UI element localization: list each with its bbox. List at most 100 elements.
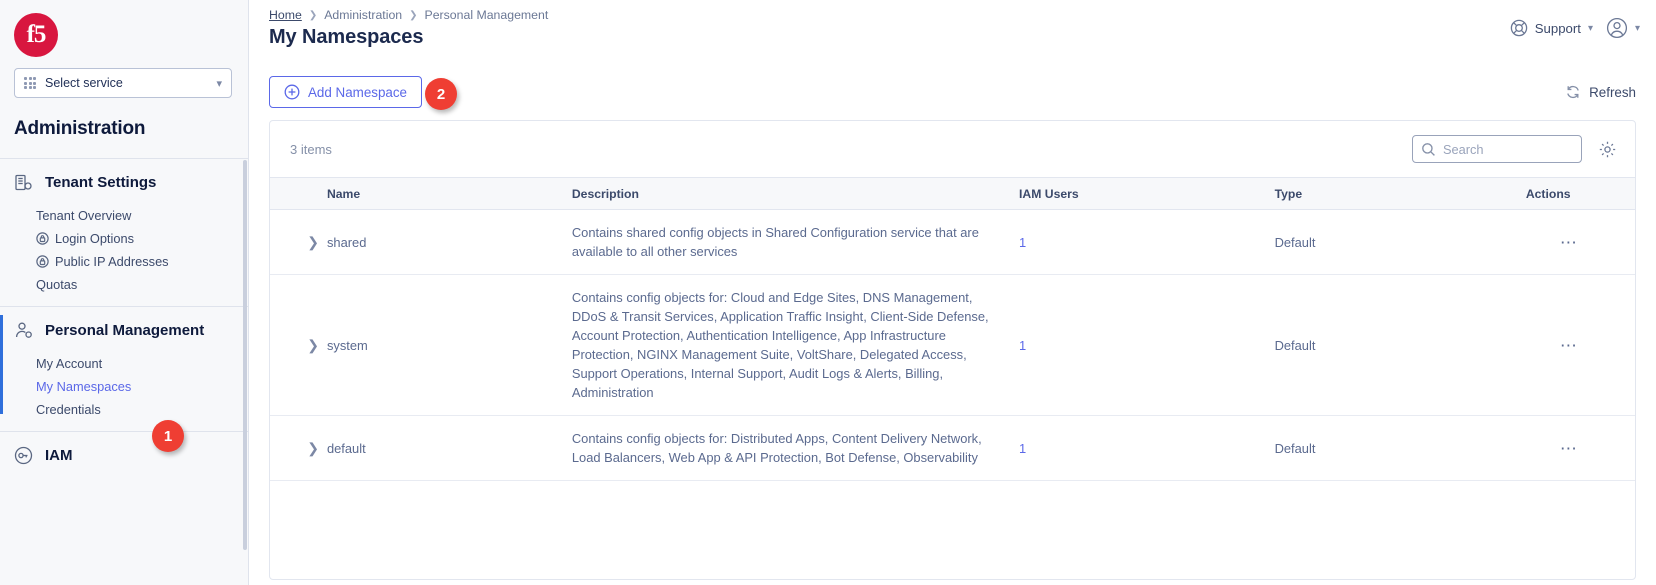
search-icon [1421,142,1436,157]
ellipsis-icon: ⋯ [1559,335,1579,355]
sidebar-item-credentials[interactable]: Credentials [0,399,248,422]
cell-name: default [318,415,564,481]
chevron-down-icon: ▾ [216,77,222,90]
sidebar-item-tenant-overview[interactable]: Tenant Overview [0,205,248,228]
chevron-right-icon: ❯ [307,233,319,250]
row-expand-toggle[interactable]: ❯ [270,274,319,416]
toolbar: Add Namespace Refresh [249,62,1656,120]
page-title: My Namespaces [269,26,424,48]
cell-name: system [318,274,564,416]
column-actions: Actions [1517,177,1635,210]
building-gear-icon [14,173,33,192]
sidebar-item-iam[interactable]: IAM [0,432,248,478]
nav-group-tenant-settings: Tenant Settings Tenant Overview Login Op… [0,159,248,297]
gear-icon[interactable] [1598,140,1617,159]
header-actions: Support ▾ ▾ [1510,17,1640,39]
page-header: Home ❯ Administration ❯ Personal Managem… [249,0,1656,62]
table-header-row: Name Description IAM Users Type Actions [270,177,1635,210]
support-label: Support [1534,20,1581,36]
row-actions-menu[interactable]: ⋯ [1517,274,1635,416]
account-menu[interactable]: ▾ [1606,17,1640,39]
chevron-down-icon: ▾ [1587,22,1593,34]
cell-type: Default [1266,415,1518,481]
sidebar-item-tenant-settings[interactable]: Tenant Settings [0,159,248,205]
main-content: Home ❯ Administration ❯ Personal Managem… [249,0,1656,585]
cell-description: Contains shared config objects in Shared… [563,209,1012,275]
refresh-label: Refresh [1589,84,1636,100]
service-selector[interactable]: Select service ▾ [14,68,232,98]
support-menu[interactable]: Support ▾ [1510,19,1593,37]
app-root: f5 Select service ▾ Administration Tenan… [0,0,1656,585]
sidebar-item-public-ip-addresses[interactable]: Public IP Addresses [0,251,248,274]
breadcrumb-personal-management[interactable]: Personal Management [425,8,549,22]
annotation-badge-1: 1 [152,420,184,452]
lifebuoy-icon [1510,19,1528,37]
sidebar-item-label: Credentials [36,402,101,417]
refresh-icon [1565,84,1581,100]
breadcrumb-separator: ❯ [308,9,318,21]
refresh-button[interactable]: Refresh [1565,84,1636,100]
cell-iam-users[interactable]: 1 [1011,274,1267,416]
sidebar-item-label: My Namespaces [36,379,132,394]
sidebar-scrollbar[interactable] [243,160,247,550]
column-description[interactable]: Description [563,177,1012,210]
sidebar-item-label: Quotas [36,277,78,292]
row-actions-menu[interactable]: ⋯ [1517,415,1635,481]
cell-type: Default [1266,209,1518,275]
table-row[interactable]: ❯ shared Contains shared config objects … [270,209,1635,275]
row-expand-toggle[interactable]: ❯ [270,209,319,275]
chevron-right-icon: ❯ [307,336,319,353]
column-type[interactable]: Type [1266,177,1518,210]
sidebar: f5 Select service ▾ Administration Tenan… [0,0,249,585]
column-expand [270,177,319,210]
sidebar-item-label: Tenant Overview [36,208,132,223]
table-row[interactable]: ❯ default Contains config objects for: D… [270,415,1635,481]
sidebar-item-label: Public IP Addresses [55,254,169,269]
lock-icon [36,232,49,245]
nav-group-personal-management: Personal Management My Account My Namesp… [0,307,248,422]
user-circle-icon [1606,17,1628,39]
table-row[interactable]: ❯ system Contains config objects for: Cl… [270,274,1635,416]
add-namespace-button[interactable]: Add Namespace [269,76,422,108]
nav-group-iam: IAM [0,432,248,478]
breadcrumb-administration[interactable]: Administration [324,8,402,22]
annotation-badge-2: 2 [425,78,457,110]
search-input[interactable]: Search [1412,135,1582,163]
key-icon [14,446,33,465]
user-gear-icon [14,321,33,340]
service-selector-label: Select service [45,76,123,90]
search-placeholder: Search [1443,141,1484,157]
chevron-down-icon: ▾ [1634,22,1640,34]
row-actions-menu[interactable]: ⋯ [1517,209,1635,275]
items-count: 3 items [290,141,332,157]
sidebar-item-label: IAM [45,447,73,464]
cell-iam-users[interactable]: 1 [1011,209,1267,275]
table-toolbar: 3 items Search [270,121,1635,177]
logo-wrap: f5 [0,0,248,62]
sidebar-item-my-account[interactable]: My Account [0,353,248,376]
sidebar-item-label: Tenant Settings [45,174,157,191]
cell-type: Default [1266,274,1518,416]
grid-apps-icon [24,77,36,89]
chevron-right-icon: ❯ [307,439,319,456]
cell-name: shared [318,209,564,275]
sidebar-item-personal-management[interactable]: Personal Management [0,307,248,353]
column-name[interactable]: Name [318,177,564,210]
sidebar-item-label: Login Options [55,231,134,246]
sidebar-item-quotas[interactable]: Quotas [0,274,248,297]
sidebar-item-login-options[interactable]: Login Options [0,228,248,251]
sidebar-item-label: Personal Management [45,322,205,339]
breadcrumb-home[interactable]: Home [269,8,302,22]
f5-logo[interactable]: f5 [14,13,58,57]
cell-iam-users[interactable]: 1 [1011,415,1267,481]
sidebar-item-my-namespaces[interactable]: My Namespaces [0,376,248,399]
cell-description: Contains config objects for: Cloud and E… [563,274,1012,416]
ellipsis-icon: ⋯ [1559,438,1579,458]
row-expand-toggle[interactable]: ❯ [270,415,319,481]
sidebar-item-label: My Account [36,356,103,371]
cell-description: Contains config objects for: Distributed… [563,415,1012,481]
breadcrumb: Home ❯ Administration ❯ Personal Managem… [269,8,548,22]
plus-circle-icon [284,84,300,100]
table-body: ❯ shared Contains shared config objects … [270,209,1635,481]
column-iam-users[interactable]: IAM Users [1011,177,1267,210]
